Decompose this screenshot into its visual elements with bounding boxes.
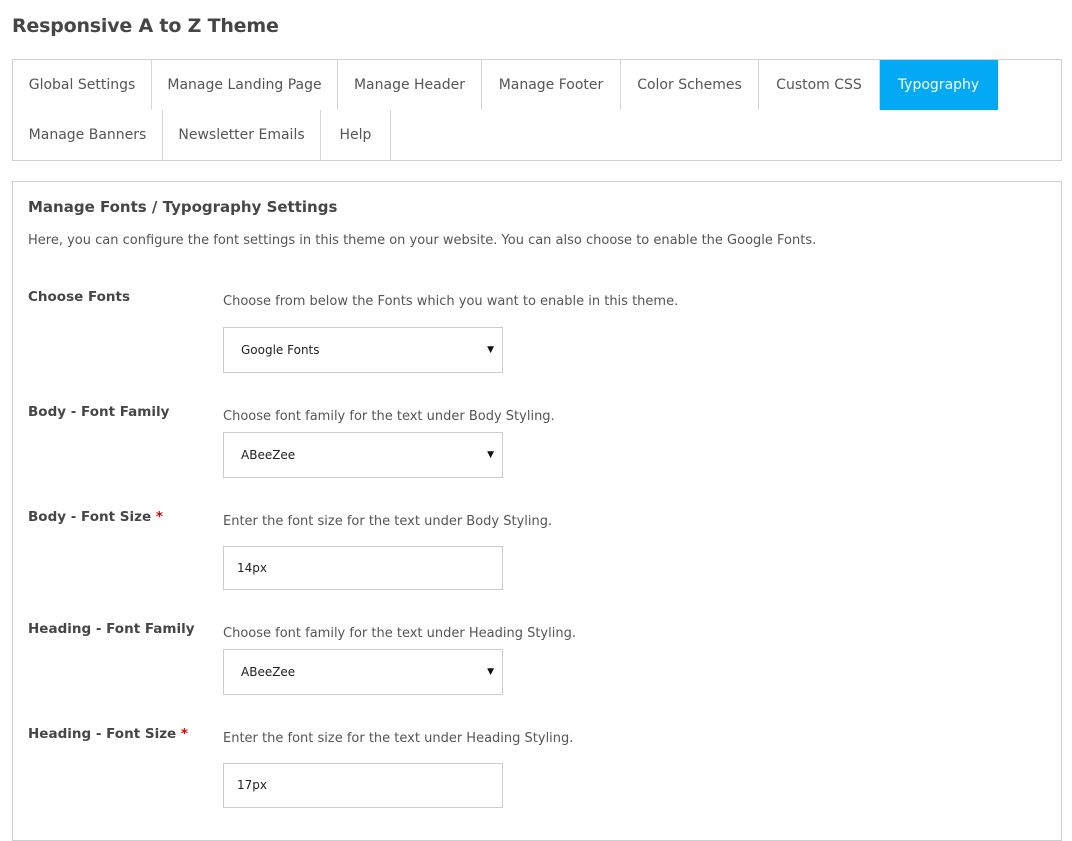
heading-font-family-select[interactable]: ABeeZee ▼ <box>223 649 503 695</box>
choose-fonts-label: Choose Fonts <box>28 289 130 305</box>
heading-font-size-input[interactable]: 17px <box>223 763 503 808</box>
choose-fonts-select[interactable]: Google Fonts ▼ <box>223 327 503 373</box>
choose-fonts-value: Google Fonts <box>241 343 320 357</box>
tab-help[interactable]: Help <box>321 110 391 160</box>
heading-font-family-value: ABeeZee <box>241 665 296 679</box>
tab-manage-banners[interactable]: Manage Banners <box>13 110 163 160</box>
heading-font-size-label-text: Heading - Font Size <box>28 726 177 742</box>
settings-tabs: Global Settings Manage Landing Page Mana… <box>12 59 1062 161</box>
choose-fonts-label-text: Choose Fonts <box>28 289 131 305</box>
body-font-family-value: ABeeZee <box>241 448 296 462</box>
chevron-down-icon: ▼ <box>487 667 494 677</box>
heading-font-size-value: 17px <box>237 778 267 792</box>
required-marker: * <box>155 509 163 525</box>
tab-manage-header[interactable]: Manage Header <box>338 60 482 110</box>
body-font-size-label-text: Body - Font Size <box>28 509 152 525</box>
body-font-size-help: Enter the font size for the text under B… <box>223 514 553 529</box>
heading-font-size-label: Heading - Font Size * <box>28 726 188 742</box>
tab-manage-footer[interactable]: Manage Footer <box>482 60 621 110</box>
typography-settings-panel: Manage Fonts / Typography Settings Here,… <box>12 181 1062 841</box>
chevron-down-icon: ▼ <box>487 345 494 355</box>
body-font-family-help: Choose font family for the text under Bo… <box>223 409 555 424</box>
panel-title: Manage Fonts / Typography Settings <box>28 198 338 216</box>
tab-newsletter-emails[interactable]: Newsletter Emails <box>163 110 321 160</box>
required-marker: * <box>180 726 188 742</box>
body-font-family-label-text: Body - Font Family <box>28 404 170 420</box>
tab-manage-landing-page[interactable]: Manage Landing Page <box>152 60 338 110</box>
heading-font-family-help: Choose font family for the text under He… <box>223 626 576 641</box>
body-font-size-value: 14px <box>237 561 267 575</box>
choose-fonts-help: Choose from below the Fonts which you wa… <box>223 294 679 309</box>
heading-font-family-label-text: Heading - Font Family <box>28 621 195 637</box>
page-title: Responsive A to Z Theme <box>12 15 279 37</box>
body-font-size-label: Body - Font Size * <box>28 509 163 525</box>
heading-font-size-help: Enter the font size for the text under H… <box>223 731 574 746</box>
panel-description: Here, you can configure the font setting… <box>28 233 817 248</box>
tab-typography[interactable]: Typography <box>880 60 998 110</box>
chevron-down-icon: ▼ <box>487 450 494 460</box>
body-font-family-label: Body - Font Family <box>28 404 169 420</box>
body-font-size-input[interactable]: 14px <box>223 546 503 590</box>
tab-custom-css[interactable]: Custom CSS <box>759 60 880 110</box>
tab-global-settings[interactable]: Global Settings <box>13 60 152 110</box>
body-font-family-select[interactable]: ABeeZee ▼ <box>223 432 503 478</box>
tab-color-schemes[interactable]: Color Schemes <box>621 60 759 110</box>
heading-font-family-label: Heading - Font Family <box>28 621 195 637</box>
